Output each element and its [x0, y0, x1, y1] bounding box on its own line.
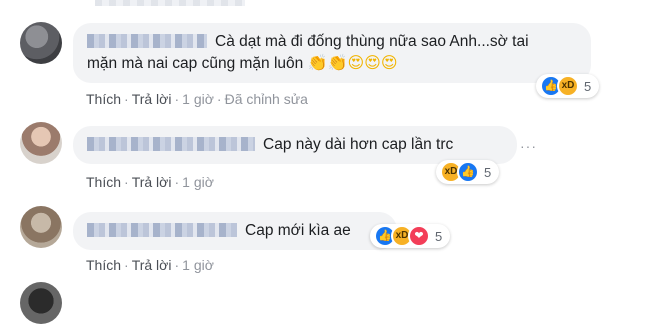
separator: ·	[174, 91, 180, 107]
comment-actions: Thích · Trả lời · 1 giờ	[86, 174, 214, 190]
comment-text: Cap này dài hơn cap lần trc	[263, 136, 454, 153]
reaction-summary[interactable]: 👍 xD ❤ 5	[370, 224, 451, 248]
next-comment-avatar[interactable]	[20, 282, 62, 324]
comment-actions: Thích · Trả lời · 1 giờ	[86, 257, 214, 273]
reaction-summary[interactable]: 👍 xD 5	[536, 74, 600, 98]
timestamp[interactable]: 1 giờ	[182, 91, 214, 107]
love-reaction-icon: ❤	[408, 225, 430, 247]
reply-link[interactable]: Trả lời	[132, 91, 172, 107]
like-link[interactable]: Thích	[86, 91, 121, 107]
reply-link[interactable]: Trả lời	[132, 257, 172, 273]
comment-bubble: Cap mới kìa ae	[73, 212, 397, 250]
edited-label[interactable]: Đã chỉnh sửa	[225, 91, 308, 107]
heart-eyes-emoji: 😍	[347, 53, 365, 72]
comment-text-line2: mặn mà nai cap cũng mặn luôn	[87, 55, 304, 72]
previous-comment-name-blur	[95, 0, 245, 6]
comment-bubble: Cà dạt mà đi đống thùng nữa sao Anh...sờ…	[73, 23, 591, 83]
separator: ·	[216, 91, 222, 107]
separator: ·	[174, 174, 180, 190]
clap-emoji: 👏	[307, 53, 328, 72]
timestamp[interactable]: 1 giờ	[182, 257, 214, 273]
like-reaction-icon: 👍	[457, 161, 479, 183]
reaction-summary[interactable]: xD 👍 5	[436, 160, 500, 184]
heart-eyes-emoji: 😍	[380, 53, 398, 72]
reaction-count: 5	[484, 164, 492, 180]
separator: ·	[174, 257, 180, 273]
avatar[interactable]	[20, 206, 62, 248]
reply-link[interactable]: Trả lời	[132, 174, 172, 190]
timestamp[interactable]: 1 giờ	[182, 174, 214, 190]
like-link[interactable]: Thích	[86, 174, 121, 190]
comment-actions: Thích · Trả lời · 1 giờ · Đã chỉnh sửa	[86, 91, 308, 107]
reaction-count: 5	[435, 228, 443, 244]
commenter-name-blurred[interactable]	[87, 137, 255, 151]
separator: ·	[124, 257, 129, 273]
separator: ·	[124, 91, 129, 107]
separator: ·	[124, 174, 129, 190]
more-options-icon[interactable]: ···	[520, 138, 537, 154]
haha-reaction-icon: xD	[557, 75, 579, 97]
commenter-name-blurred[interactable]	[87, 34, 207, 48]
comment-text: Cap mới kìa ae	[245, 222, 351, 239]
heart-eyes-emoji: 😍	[364, 53, 381, 72]
reaction-count: 5	[584, 78, 592, 94]
comment-text-line1: Cà dạt mà đi đống thùng nữa sao Anh...sờ…	[215, 33, 529, 50]
commenter-name-blurred[interactable]	[87, 223, 237, 237]
avatar[interactable]	[20, 122, 62, 164]
like-link[interactable]: Thích	[86, 257, 121, 273]
clap-emoji: 👏	[327, 53, 348, 72]
comment-bubble: Cap này dài hơn cap lần trc	[73, 126, 517, 164]
avatar[interactable]	[20, 22, 62, 64]
